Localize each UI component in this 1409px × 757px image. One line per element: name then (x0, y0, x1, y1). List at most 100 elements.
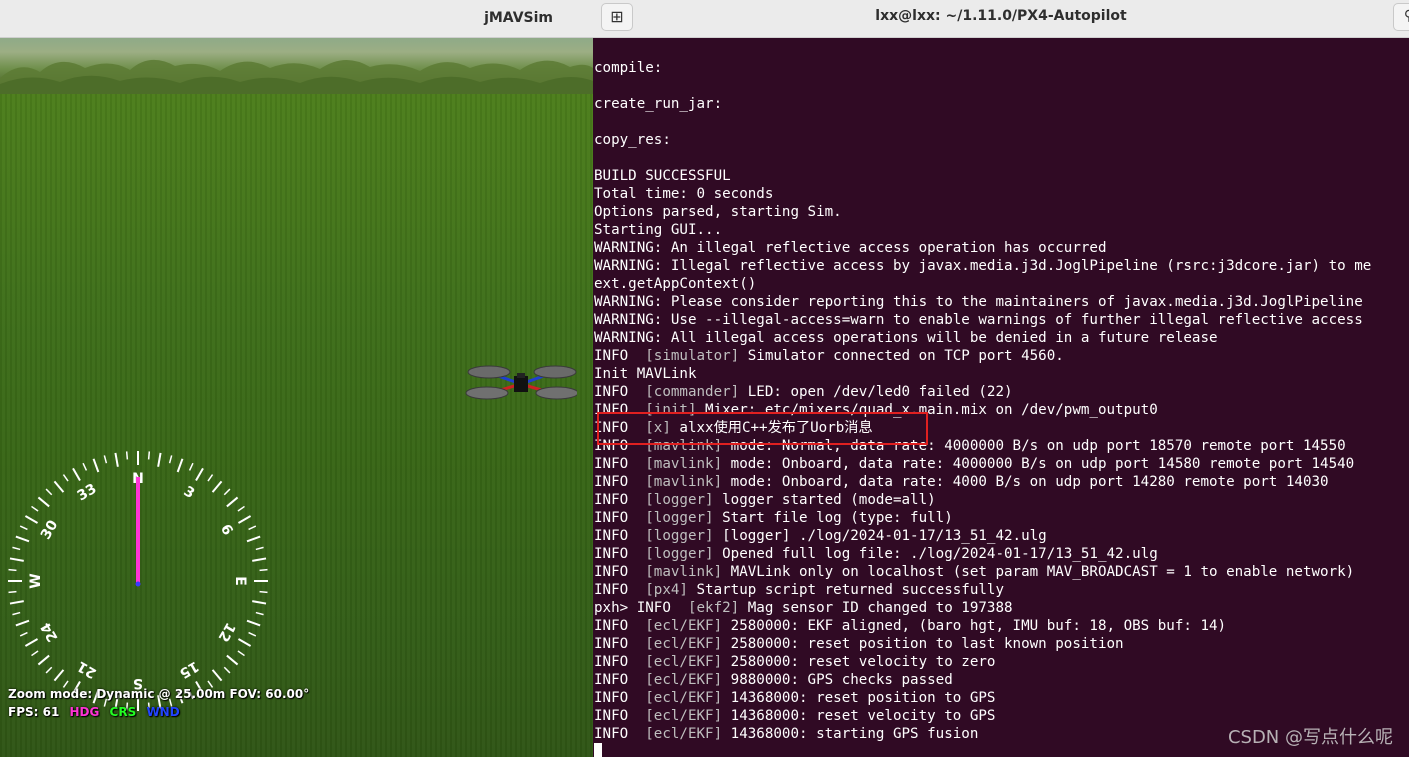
simulation-3d-view[interactable]: N36E1215S2124W3033 (0, 38, 593, 757)
jmavsim-title: jMAVSim (484, 10, 553, 26)
terminal-line: WARNING: An illegal reflective access op… (594, 239, 1409, 257)
terminal-line: INFO [ecl/EKF] 2580000: EKF aligned, (ba… (594, 617, 1409, 635)
compass-tick (226, 496, 239, 508)
line-prefix: INFO (594, 726, 646, 742)
compass-tick (8, 568, 17, 572)
line-prefix: WARNING: Illegal reflective access by ja… (594, 258, 1372, 274)
compass-tick (53, 480, 65, 493)
crs-legend: CRS (109, 705, 137, 719)
compass-tick (62, 474, 69, 482)
line-prefix: INFO (594, 510, 646, 526)
line-prefix: INFO (594, 384, 646, 400)
compass-tick (211, 669, 223, 682)
compass-tick (125, 451, 129, 460)
compass-tick (9, 557, 24, 562)
line-prefix: BUILD SUCCESSFUL (594, 168, 731, 184)
line-prefix: Options parsed, starting Sim. (594, 204, 842, 220)
compass-tick (24, 638, 39, 647)
terminal-line: INFO [mavlink] mode: Onboard, data rate:… (594, 473, 1409, 491)
line-module-tag: [ecl/EKF] (645, 726, 723, 742)
line-message: [logger] ./log/2024-01-17/13_51_42.ulg (713, 528, 1047, 544)
compass-tick (207, 474, 214, 482)
terminal-line: INFO [px4] Startup script returned succe… (594, 581, 1409, 599)
hud-status-text: Zoom mode: Dynamic @ 25.00m FOV: 60.00° … (8, 685, 593, 721)
treeline (0, 59, 593, 94)
terminal-window: ⊞ lxx@lxx: ~/1.11.0/PX4-Autopilot ⚲ comp… (593, 0, 1409, 757)
line-message: Simulator connected on TCP port 4560. (739, 348, 1064, 364)
line-prefix: compile: (594, 60, 663, 76)
terminal-line: INFO [logger] logger started (mode=all) (594, 491, 1409, 509)
terminal-title: lxx@lxx: ~/1.11.0/PX4-Autopilot (875, 8, 1127, 24)
line-module-tag: [logger] (645, 510, 714, 526)
compass-label: 6 (217, 522, 236, 538)
compass-tick (168, 455, 173, 464)
line-message: Opened full log file: ./log/2024-01-17/1… (713, 546, 1158, 562)
line-prefix: INFO (594, 690, 646, 706)
terminal-output[interactable]: compile: create_run_jar: copy_res: BUILD SU… (594, 41, 1409, 757)
terminal-line: INFO [commander] LED: open /dev/led0 fai… (594, 383, 1409, 401)
line-module-tag: [ekf2] (687, 600, 740, 616)
line-prefix: create_run_jar: (594, 96, 723, 112)
compass-tick (147, 451, 151, 460)
line-module-tag: [ecl/EKF] (645, 654, 723, 670)
terminal-line: copy_res: (594, 131, 1409, 149)
line-prefix: Starting GUI... (594, 222, 723, 238)
line-message: LED: open /dev/led0 failed (22) (739, 384, 1013, 400)
terminal-titlebar[interactable]: ⊞ lxx@lxx: ~/1.11.0/PX4-Autopilot ⚲ (593, 0, 1409, 38)
compass-tick (19, 525, 28, 531)
terminal-line: Total time: 0 seconds (594, 185, 1409, 203)
line-prefix: copy_res: (594, 132, 671, 148)
compass-tick (45, 488, 53, 496)
line-module-tag: [logger] (645, 528, 714, 544)
compass-tick (255, 546, 264, 551)
line-module-tag: [ecl/EKF] (645, 708, 723, 724)
line-message: logger started (mode=all) (713, 492, 936, 508)
line-message: 2580000: EKF aligned, (baro hgt, IMU buf… (722, 618, 1227, 634)
compass-tick (82, 462, 88, 471)
line-prefix: WARNING: All illegal access operations w… (594, 330, 1218, 346)
line-message: 9880000: GPS checks passed (722, 672, 953, 688)
terminal-menu-icon[interactable]: ⚲ (1393, 3, 1409, 31)
compass-tick (188, 462, 194, 471)
line-message: Mag sensor ID changed to 197388 (739, 600, 1013, 616)
compass-tick (195, 467, 204, 482)
quadcopter-model (465, 365, 577, 400)
terminal-line: Init MAVLink (594, 365, 1409, 383)
compass-tick (53, 669, 65, 682)
jmavsim-titlebar[interactable]: jMAVSim (0, 0, 593, 38)
compass-center (135, 581, 141, 587)
compass-tick (248, 525, 257, 531)
compass-label: 3 (181, 483, 197, 502)
terminal-line: ext.getAppContext() (594, 275, 1409, 293)
compass-tick (45, 666, 53, 674)
terminal-line: INFO [mavlink] MAVLink only on localhost… (594, 563, 1409, 581)
compass-tick (237, 505, 245, 512)
line-prefix: INFO (594, 456, 646, 472)
compass-label: E (232, 576, 248, 586)
line-prefix: INFO (594, 348, 646, 364)
line-prefix: INFO (594, 564, 646, 580)
line-prefix: INFO (594, 492, 646, 508)
compass-tick (248, 631, 257, 637)
compass-label: W (28, 573, 44, 588)
compass-tick (92, 458, 100, 473)
compass-tick (176, 458, 184, 473)
compass-tick (237, 515, 252, 524)
compass-tick (37, 654, 50, 666)
highlight-annotation-box (597, 412, 928, 445)
compass-tick (252, 600, 267, 605)
line-module-tag: [mavlink] (645, 474, 723, 490)
compass-tick (15, 535, 30, 543)
line-prefix: pxh> INFO (594, 600, 688, 616)
line-message: MAVLink only on localhost (set param MAV… (722, 564, 1355, 580)
terminal-line: INFO [simulator] Simulator connected on … (594, 347, 1409, 365)
compass-tick (246, 619, 261, 627)
compass-label: 30 (38, 517, 62, 542)
compass-tick (8, 590, 17, 594)
terminal-line: INFO [ecl/EKF] 9880000: GPS checks passe… (594, 671, 1409, 689)
compass-tick (237, 650, 245, 657)
terminal-line: WARNING: Illegal reflective access by ja… (594, 257, 1409, 275)
